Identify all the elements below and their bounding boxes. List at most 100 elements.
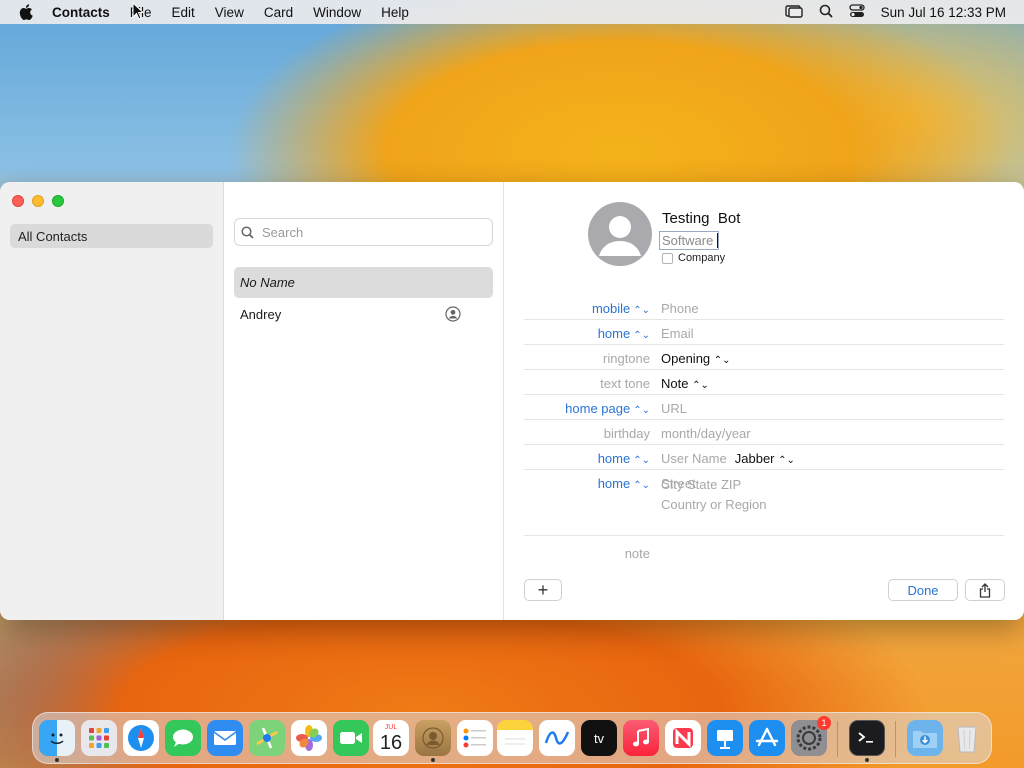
menu-clock[interactable]: Sun Jul 16 12:33 PM: [881, 5, 1006, 20]
terminal-running-indicator: [865, 758, 869, 762]
im-label-popup[interactable]: home ⌃⌄: [598, 451, 650, 466]
contacts-running-indicator: [431, 758, 435, 762]
menu-edit[interactable]: Edit: [162, 5, 205, 20]
address-label-popup[interactable]: home ⌃⌄: [598, 476, 650, 491]
contact-row-andrey[interactable]: Andrey: [234, 299, 493, 330]
email-input[interactable]: Email: [661, 326, 694, 341]
email-label-popup[interactable]: home ⌃⌄: [598, 326, 650, 341]
field-row-homepage: home page ⌃⌄ URL: [524, 395, 1004, 420]
news-icon[interactable]: [665, 720, 701, 756]
search-icon: [241, 225, 254, 239]
my-card-person-icon: [445, 306, 461, 325]
close-window-button[interactable]: [12, 195, 24, 207]
field-row-email: home ⌃⌄ Email: [524, 320, 1004, 345]
calendar-icon[interactable]: JUL 16: [373, 720, 409, 756]
menu-bar: Contacts File Edit View Card Window Help…: [0, 0, 1024, 24]
contact-full-name[interactable]: Testing Bot: [662, 210, 740, 227]
maps-icon[interactable]: [249, 720, 285, 756]
contact-name: No Name: [240, 275, 295, 290]
im-username-input[interactable]: User Name Jabber ⌃⌄: [661, 451, 795, 466]
finder-icon[interactable]: [39, 720, 75, 756]
trash-icon[interactable]: [949, 720, 985, 756]
note-label: note: [624, 546, 650, 561]
avatar[interactable]: [588, 202, 652, 266]
first-name-field[interactable]: Testing: [662, 210, 710, 227]
field-row-mobile: mobile ⌃⌄ Phone: [524, 295, 1004, 320]
music-icon[interactable]: [623, 720, 659, 756]
field-row-note: note: [524, 540, 1004, 565]
field-row-birthday: birthday month/day/year: [524, 420, 1004, 445]
apple-tv-label: tv: [593, 730, 605, 746]
downloads-folder-icon[interactable]: [907, 720, 943, 756]
contacts-window: All Contacts Search No Name Andrey Testi…: [0, 182, 1024, 620]
city-state-zip-input[interactable]: City State ZIP: [661, 475, 767, 495]
share-button[interactable]: [965, 579, 1005, 601]
menu-window[interactable]: Window: [303, 5, 371, 20]
contact-row-no-name[interactable]: No Name: [234, 267, 493, 298]
apple-tv-icon[interactable]: tv: [581, 720, 617, 756]
control-center-icon[interactable]: [849, 3, 865, 21]
url-input[interactable]: URL: [661, 401, 687, 416]
app-store-icon[interactable]: [749, 720, 785, 756]
minimize-window-button[interactable]: [32, 195, 44, 207]
address-divider: [524, 535, 1004, 536]
mail-icon[interactable]: [207, 720, 243, 756]
search-field[interactable]: Search: [234, 218, 493, 246]
menu-view[interactable]: View: [205, 5, 254, 20]
company-checkbox-row[interactable]: Company: [662, 252, 725, 264]
launchpad-icon[interactable]: [81, 720, 117, 756]
reminders-icon[interactable]: [457, 720, 493, 756]
messages-icon[interactable]: [165, 720, 201, 756]
contact-card: Testing Bot Software Company mobile ⌃⌄ Ph…: [504, 182, 1024, 620]
field-row-im: home ⌃⌄ User Name Jabber ⌃⌄: [524, 445, 1004, 470]
keynote-icon[interactable]: [707, 720, 743, 756]
search-placeholder: Search: [262, 224, 304, 240]
text-tone-popup[interactable]: Note ⌃⌄: [661, 376, 709, 391]
facetime-icon[interactable]: [333, 720, 369, 756]
apple-menu-icon[interactable]: [0, 4, 52, 20]
dock-separator: [837, 721, 838, 757]
mouse-cursor-icon: [132, 1, 145, 25]
terminal-icon[interactable]: [849, 720, 885, 756]
ringtone-label: ringtone: [603, 351, 650, 366]
field-row-ringtone: ringtone Opening ⌃⌄: [524, 345, 1004, 370]
birthday-label: birthday: [603, 426, 650, 441]
zoom-window-button[interactable]: [52, 195, 64, 207]
dock-separator: [895, 721, 896, 757]
sidebar-item-all-contacts[interactable]: All Contacts: [10, 224, 213, 248]
notes-icon[interactable]: [497, 720, 533, 756]
url-label-popup[interactable]: home page ⌃⌄: [565, 401, 650, 416]
company-checkbox[interactable]: [662, 252, 673, 264]
screen-mirroring-icon[interactable]: [784, 4, 803, 21]
system-settings-icon[interactable]: 1: [791, 716, 831, 756]
company-field[interactable]: Software: [659, 231, 719, 250]
finder-running-indicator: [55, 758, 59, 762]
settings-badge: 1: [817, 716, 831, 730]
contacts-app-icon[interactable]: [415, 720, 451, 756]
ringtone-popup[interactable]: Opening ⌃⌄: [661, 351, 731, 366]
contact-name: Andrey: [240, 307, 282, 322]
im-service-popup[interactable]: Jabber ⌃⌄: [735, 451, 795, 466]
menu-card[interactable]: Card: [254, 5, 303, 20]
done-button[interactable]: Done: [888, 579, 958, 601]
country-input[interactable]: Country or Region: [661, 495, 767, 515]
menu-app-name[interactable]: Contacts: [52, 5, 120, 20]
phone-label-popup[interactable]: mobile ⌃⌄: [592, 301, 650, 316]
last-name-field[interactable]: Bot: [718, 210, 741, 227]
address-lines: City State ZIP Country or Region: [661, 475, 767, 515]
calendar-month: JUL: [384, 723, 398, 731]
calendar-day: 16: [379, 731, 403, 754]
phone-input[interactable]: Phone: [661, 301, 699, 316]
spotlight-search-icon[interactable]: [819, 4, 833, 21]
text-caret: [717, 233, 718, 248]
freeform-icon[interactable]: [539, 720, 575, 756]
safari-icon[interactable]: [123, 720, 159, 756]
company-checkbox-label: Company: [678, 252, 726, 264]
birthday-input[interactable]: month/day/year: [661, 426, 751, 441]
window-controls: [12, 195, 64, 207]
text-tone-label: text tone: [600, 376, 650, 391]
photos-icon[interactable]: [291, 720, 327, 756]
add-field-button[interactable]: +: [524, 579, 562, 601]
menu-help[interactable]: Help: [371, 5, 419, 20]
contact-list-pane: Search No Name Andrey: [224, 182, 504, 620]
